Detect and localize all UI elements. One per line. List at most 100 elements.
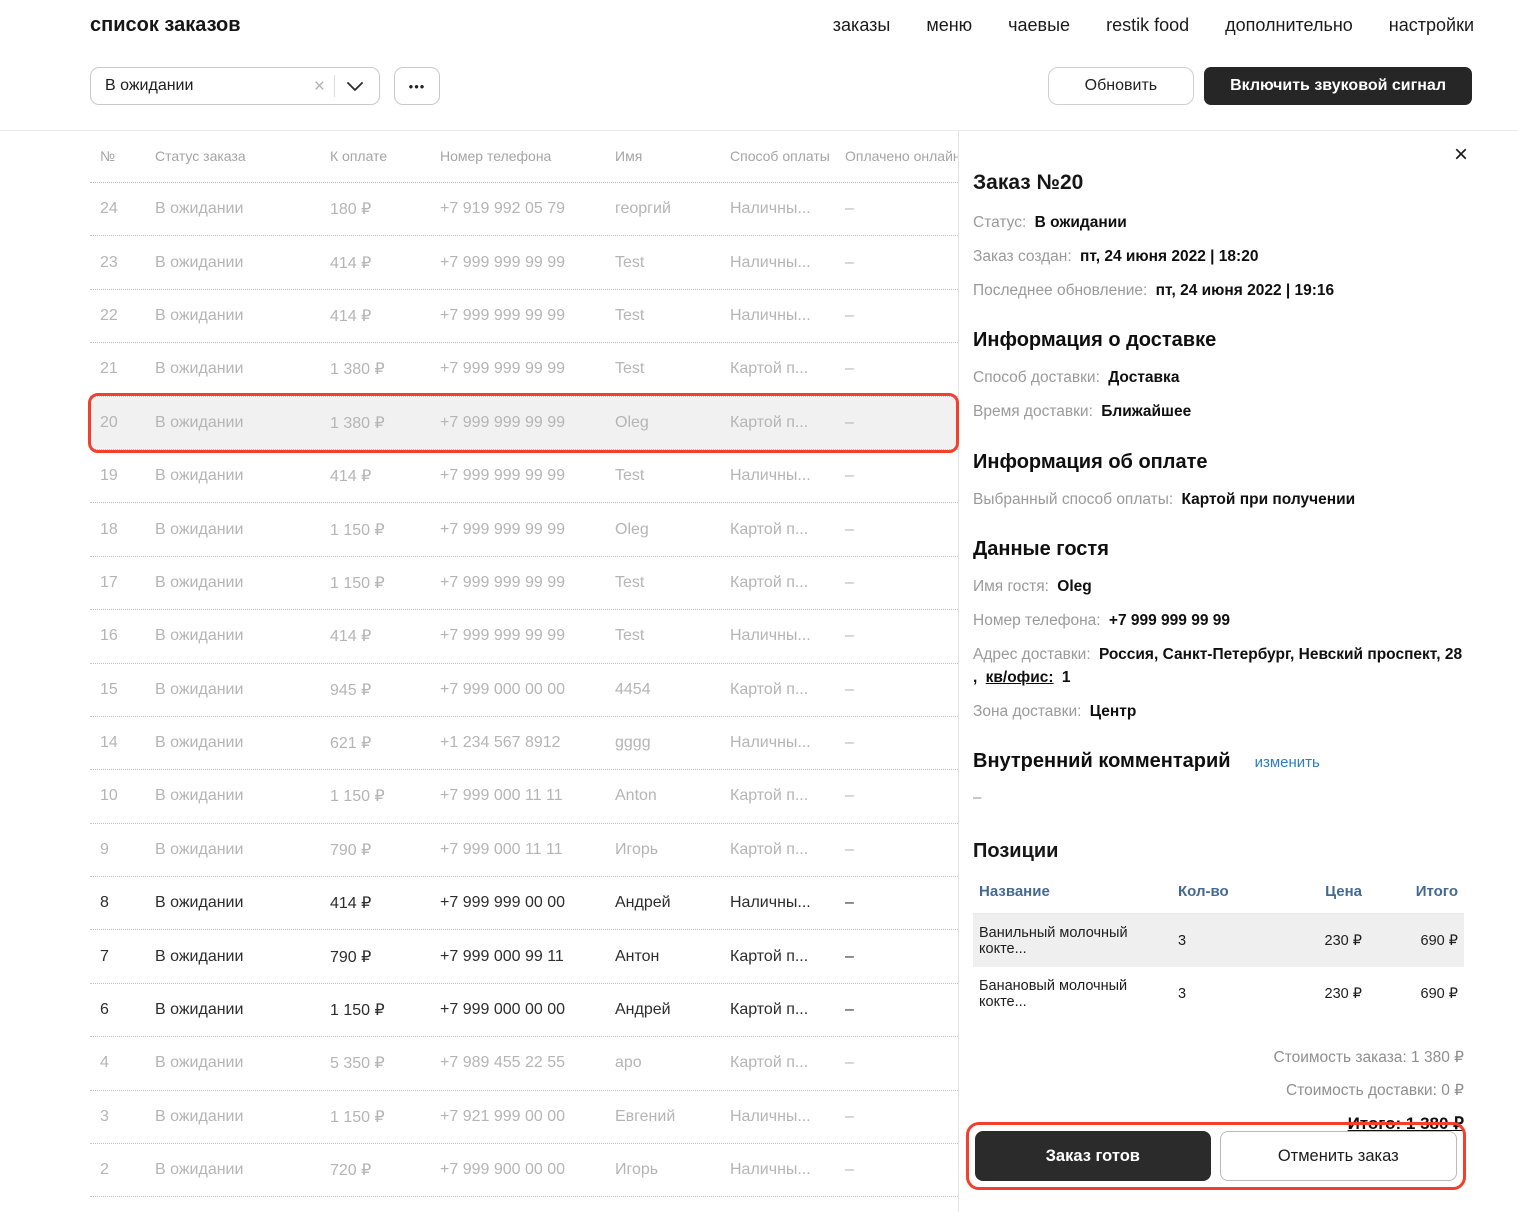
order-cell-num: 24 [100, 200, 155, 218]
order-cell-status: В ожидании [155, 414, 330, 432]
order-row-8[interactable]: 8В ожидании414 ₽+7 999 999 00 00АндрейНа… [90, 877, 958, 930]
field-value: Доставка [1108, 369, 1179, 386]
field-label: Выбранный способ оплаты: [973, 491, 1173, 508]
edit-comment-link[interactable]: изменить [1255, 754, 1320, 771]
order-cell-status: В ожидании [155, 681, 330, 699]
content-area: №Статус заказаК оплатеНомер телефонаИмяС… [0, 130, 1518, 1212]
status-filter-select[interactable]: В ожидании × [90, 67, 380, 105]
order-row-15[interactable]: 15В ожидании945 ₽+7 999 000 00 004454Кар… [90, 664, 958, 717]
order-row-7[interactable]: 7В ожидании790 ₽+7 999 000 99 11АнтонКар… [90, 930, 958, 983]
order-row-4[interactable]: 4В ожидании5 350 ₽+7 989 455 22 55apoКар… [90, 1037, 958, 1090]
refresh-button[interactable]: Обновить [1048, 67, 1194, 105]
order-cell-total: 1 150 ₽ [330, 573, 440, 593]
field-label: Имя гостя: [973, 578, 1049, 595]
order-cell-payment: Картой п... [730, 414, 845, 432]
order-cell-status: В ожидании [155, 841, 330, 859]
order-cell-phone: +7 989 455 22 55 [440, 1054, 615, 1072]
order-cell-name: apo [615, 1054, 730, 1072]
order-cell-total: 1 150 ₽ [330, 520, 440, 540]
close-icon[interactable]: × [1454, 143, 1468, 167]
orders-column-total: К оплате [330, 147, 440, 166]
order-row-9[interactable]: 9В ожидании790 ₽+7 999 000 11 11ИгорьКар… [90, 824, 958, 877]
nav-item-menu[interactable]: меню [926, 15, 972, 36]
cancel-order-button[interactable]: Отменить заказ [1220, 1131, 1458, 1181]
order-row-2[interactable]: 2В ожидании720 ₽+7 999 900 00 00ИгорьНал… [90, 1144, 958, 1197]
order-cell-total: 1 380 ₽ [330, 359, 440, 379]
order-row-16[interactable]: 16В ожидании414 ₽+7 999 999 99 99TestНал… [90, 610, 958, 663]
nav-item-restik-food[interactable]: restik food [1106, 15, 1189, 36]
field-guest-phone: Номер телефона: +7 999 999 99 99 [973, 610, 1464, 632]
field-delivery-time: Время доставки: Ближайшее [973, 401, 1464, 423]
order-cell-total: 1 380 ₽ [330, 413, 440, 433]
order-row-10[interactable]: 10В ожидании1 150 ₽+7 999 000 11 11Anton… [90, 770, 958, 823]
order-row-3[interactable]: 3В ожидании1 150 ₽+7 921 999 00 00Евгени… [90, 1091, 958, 1144]
order-cell-name: Oleg [615, 414, 730, 432]
order-row-6[interactable]: 6В ожидании1 150 ₽+7 999 000 00 00Андрей… [90, 984, 958, 1037]
item-total: 690 ₽ [1362, 933, 1458, 949]
item-qty: 3 [1178, 986, 1270, 1002]
enable-sound-button[interactable]: Включить звуковой сигнал [1204, 67, 1472, 105]
field-status: Статус: В ожидании [973, 212, 1464, 234]
order-cell-num: 2 [100, 1161, 155, 1179]
items-rows: Ванильный молочный кокте...3230 ₽690 ₽Ба… [973, 914, 1464, 1020]
chevron-down-icon[interactable] [335, 82, 371, 91]
order-cell-status: В ожидании [155, 627, 330, 645]
order-cell-name: Test [615, 254, 730, 272]
order-cell-phone: +7 919 992 05 79 [440, 200, 615, 218]
order-ready-button[interactable]: Заказ готов [975, 1131, 1211, 1181]
order-row-19[interactable]: 19В ожидании414 ₽+7 999 999 99 99TestНал… [90, 450, 958, 503]
order-cell-total: 1 150 ₽ [330, 1000, 440, 1020]
order-cell-phone: +7 999 000 99 11 [440, 948, 615, 966]
nav-item-settings[interactable]: настройки [1389, 15, 1474, 36]
order-cell-status: В ожидании [155, 467, 330, 485]
order-cell-payment: Картой п... [730, 1001, 845, 1019]
field-label: Последнее обновление: [973, 282, 1147, 299]
clear-filter-icon[interactable]: × [305, 77, 334, 96]
order-cell-num: 3 [100, 1108, 155, 1126]
order-cell-status: В ожидании [155, 1054, 330, 1072]
items-column-price: Цена [1270, 883, 1362, 900]
order-cell-phone: +7 999 000 11 11 [440, 787, 615, 805]
order-cell-name: Test [615, 307, 730, 325]
nav-item-extra[interactable]: дополнительно [1225, 15, 1353, 36]
order-row-17[interactable]: 17В ожидании1 150 ₽+7 999 999 99 99TestК… [90, 557, 958, 610]
order-cell-payment: Наличны... [730, 254, 845, 272]
orders-header: №Статус заказаК оплатеНомер телефонаИмяС… [90, 131, 958, 183]
order-cell-phone: +7 999 999 00 00 [440, 894, 615, 912]
order-cell-num: 21 [100, 360, 155, 378]
order-row-20[interactable]: 20В ожидании1 380 ₽+7 999 999 99 99OlegК… [90, 397, 958, 450]
more-options-button[interactable]: ••• [394, 67, 440, 105]
top-bar: список заказов заказы меню чаевые restik fo… [0, 0, 1518, 37]
order-cell-name: Евгений [615, 1108, 730, 1126]
field-payment-method: Выбранный способ оплаты: Картой при полу… [973, 489, 1464, 511]
order-cell-name: 4454 [615, 681, 730, 699]
item-price: 230 ₽ [1270, 933, 1362, 949]
order-cell-phone: +7 999 000 11 11 [440, 841, 615, 859]
field-label: Способ доставки: [973, 369, 1100, 386]
order-cell-num: 17 [100, 574, 155, 592]
order-cell-paid_online: – [845, 521, 958, 539]
toolbar-left: В ожидании × ••• [90, 67, 440, 105]
order-cell-name: Андрей [615, 894, 730, 912]
field-guest-name: Имя гостя: Oleg [973, 576, 1464, 598]
item-row: Банановый молочный кокте...3230 ₽690 ₽ [973, 967, 1464, 1020]
page-title: список заказов [90, 14, 241, 37]
item-row: Ванильный молочный кокте...3230 ₽690 ₽ [973, 914, 1464, 967]
order-cell-name: Test [615, 627, 730, 645]
order-detail-panel: × Заказ №20 Статус: В ожидании Заказ соз… [958, 131, 1518, 1212]
nav-item-tips[interactable]: чаевые [1008, 15, 1070, 36]
order-row-23[interactable]: 23В ожидании414 ₽+7 999 999 99 99TestНал… [90, 236, 958, 289]
field-label: Зона доставки: [973, 703, 1081, 720]
order-title: Заказ №20 [973, 171, 1464, 195]
order-cell-phone: +7 999 999 99 99 [440, 360, 615, 378]
apt-office-link[interactable]: кв/офис: [986, 669, 1054, 686]
order-row-24[interactable]: 24В ожидании180 ₽+7 919 992 05 79георгий… [90, 183, 958, 236]
order-row-18[interactable]: 18В ожидании1 150 ₽+7 999 999 99 99OlegК… [90, 503, 958, 556]
order-row-21[interactable]: 21В ожидании1 380 ₽+7 999 999 99 99TestК… [90, 343, 958, 396]
order-cell-status: В ожидании [155, 200, 330, 218]
order-cell-phone: +7 999 999 99 99 [440, 467, 615, 485]
order-cell-total: 1 150 ₽ [330, 1107, 440, 1127]
order-row-14[interactable]: 14В ожидании621 ₽+1 234 567 8912ggggНали… [90, 717, 958, 770]
order-row-22[interactable]: 22В ожидании414 ₽+7 999 999 99 99TestНал… [90, 290, 958, 343]
nav-item-orders[interactable]: заказы [833, 15, 891, 36]
